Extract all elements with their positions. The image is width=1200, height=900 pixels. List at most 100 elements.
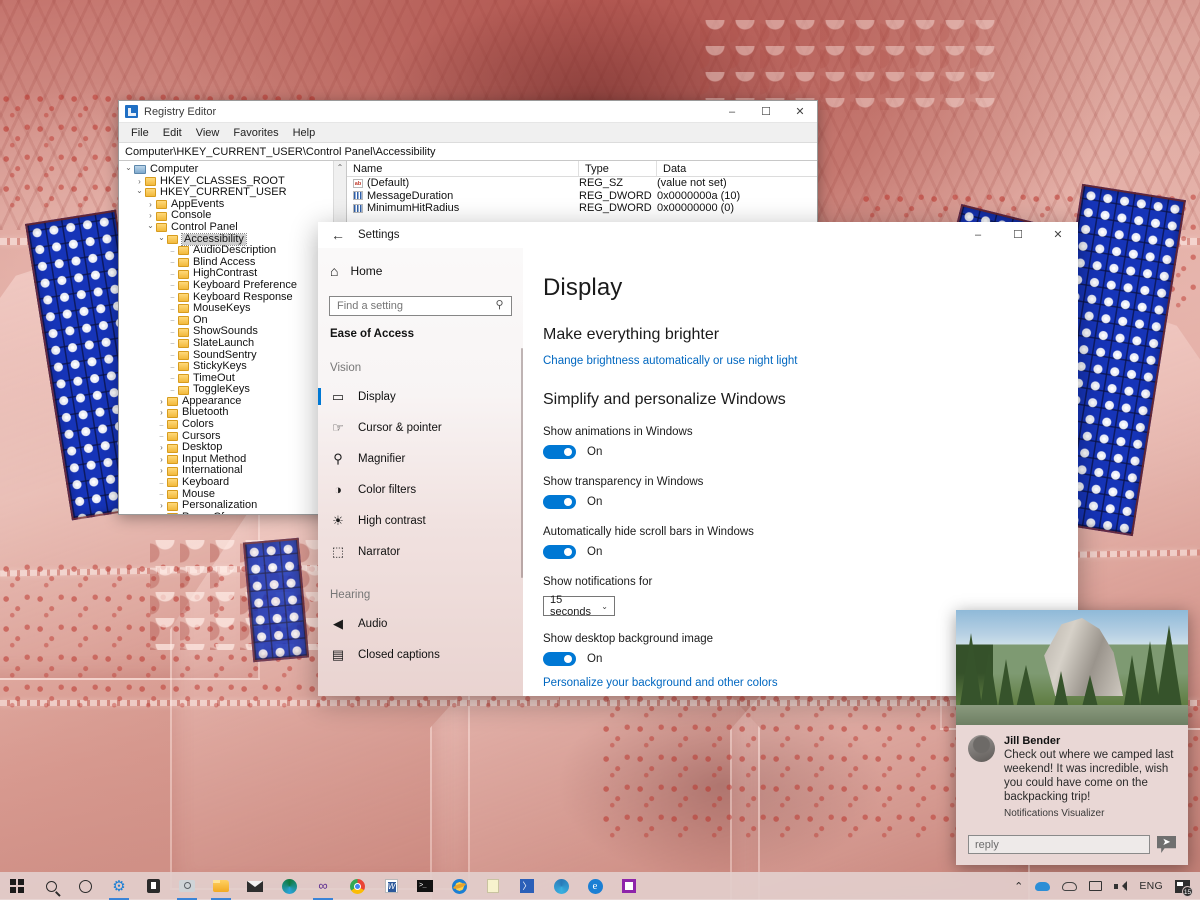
start-button[interactable] [0, 872, 34, 900]
chevron-down-icon[interactable] [134, 187, 145, 199]
edge-dev-button[interactable] [544, 872, 578, 900]
sidebar-item-cursor-pointer[interactable]: ☞Cursor & pointer [318, 412, 523, 443]
onedrive-cloud-icon[interactable] [1029, 872, 1056, 900]
speaker-icon[interactable] [1108, 872, 1133, 900]
chrome-button[interactable] [340, 872, 374, 900]
search-input[interactable] [329, 296, 512, 316]
tree-leaf-marker[interactable] [156, 430, 167, 443]
notification-toast[interactable]: Jill Bender Check out where we camped la… [956, 610, 1188, 865]
close-button[interactable]: ✕ [783, 101, 817, 123]
registry-tree-node[interactable]: Appearance [119, 396, 346, 408]
registry-address-bar[interactable]: Computer\HKEY_CURRENT_USER\Control Panel… [119, 143, 817, 161]
reply-input[interactable] [968, 835, 1150, 854]
registry-tree-node[interactable]: Cursors [119, 431, 346, 443]
settings-link[interactable]: Personalize your background and other co… [543, 677, 778, 689]
sidebar-item-display[interactable]: ▭Display [318, 381, 523, 412]
powershell-button[interactable]: 〉 [510, 872, 544, 900]
chevron-right-icon[interactable] [156, 396, 167, 408]
mail-button[interactable] [238, 872, 272, 900]
minimize-button[interactable]: – [958, 222, 998, 248]
registry-tree-node[interactable]: Bluetooth [119, 407, 346, 419]
registry-tree-node[interactable]: Keyboard [119, 477, 346, 489]
registry-tree-node[interactable]: StickyKeys [119, 361, 346, 373]
sidebar-item-narrator[interactable]: ⬚Narrator [318, 536, 523, 567]
chevron-right-icon[interactable] [156, 465, 167, 477]
table-row[interactable]: MinimumHitRadiusREG_DWORD0x00000000 (0) [347, 202, 817, 215]
close-button[interactable]: ✕ [1038, 222, 1078, 248]
vs-installer-button[interactable] [612, 872, 646, 900]
registry-tree-node[interactable]: AppEvents [119, 199, 346, 211]
registry-editor-titlebar[interactable]: Registry Editor – ☐ ✕ [119, 101, 817, 123]
chevron-down-icon[interactable] [156, 234, 167, 246]
cloud-outline-icon[interactable] [1056, 872, 1083, 900]
registry-tree-node[interactable]: Colors [119, 419, 346, 431]
chevron-right-icon[interactable] [145, 199, 156, 211]
table-row[interactable]: ab(Default)REG_SZ(value not set) [347, 177, 817, 190]
settings-titlebar[interactable]: ← Settings – ☐ ✕ [318, 222, 1078, 248]
menu-file[interactable]: File [124, 125, 156, 141]
sidebar-item-high-contrast[interactable]: ☀High contrast [318, 505, 523, 536]
visual-studio-button[interactable]: ∞ [306, 872, 340, 900]
edge-beta-button[interactable] [272, 872, 306, 900]
terminal-button[interactable]: >_ [408, 872, 442, 900]
registry-tree-node[interactable]: Personalization [119, 500, 346, 512]
notifications-duration-dropdown[interactable]: 15 seconds⌄ [543, 596, 615, 616]
chevron-down-icon[interactable] [123, 164, 134, 176]
chevron-right-icon[interactable] [156, 442, 167, 454]
menu-view[interactable]: View [189, 125, 227, 141]
file-explorer-button[interactable] [204, 872, 238, 900]
sidebar-item-color-filters[interactable]: ◑Color filters [318, 474, 523, 505]
toggle-switch[interactable] [543, 495, 576, 509]
notification-reply-row[interactable]: ➤ [956, 827, 1188, 865]
registry-tree-node[interactable]: International [119, 465, 346, 477]
settings-sidebar[interactable]: ⌂ Home ⚲ Ease of Access Vision▭Display☞C… [318, 248, 523, 696]
sidebar-item-closed-captions[interactable]: ▤Closed captions [318, 639, 523, 670]
sidebar-item-audio[interactable]: ◀Audio [318, 608, 523, 639]
tree-leaf-marker[interactable] [167, 384, 178, 397]
menu-edit[interactable]: Edit [156, 125, 189, 141]
column-header-name[interactable]: Name [347, 161, 579, 176]
chevron-right-icon[interactable] [156, 500, 167, 512]
taskbar[interactable]: ⚙∞W>_〉e ⌃ ENG 15 [0, 872, 1200, 900]
registry-tree-node[interactable]: SlateLaunch [119, 338, 346, 350]
minimize-button[interactable]: – [715, 101, 749, 123]
scroll-up-icon[interactable]: ⌃ [334, 161, 346, 174]
registry-menu-bar[interactable]: File Edit View Favorites Help [119, 123, 817, 143]
network-monitor-icon[interactable] [1083, 872, 1108, 900]
registry-tree-node[interactable]: HKEY_CURRENT_USER [119, 187, 346, 199]
registry-tree-node[interactable]: Computer [119, 164, 346, 176]
settings-search[interactable]: ⚲ [329, 296, 512, 316]
registry-tree-node[interactable]: Keyboard Preference [119, 280, 346, 292]
registry-tree-node[interactable]: Control Panel [119, 222, 346, 234]
sidebar-scrollbar[interactable] [521, 348, 523, 578]
store-button[interactable] [136, 872, 170, 900]
search-button[interactable] [34, 872, 68, 900]
back-button[interactable]: ← [318, 222, 358, 248]
sidebar-item-magnifier[interactable]: ⚲Magnifier [318, 443, 523, 474]
camera-button[interactable] [170, 872, 204, 900]
ie-button[interactable] [442, 872, 476, 900]
chevron-right-icon[interactable] [156, 454, 167, 466]
menu-help[interactable]: Help [286, 125, 323, 141]
chevron-right-icon[interactable] [156, 512, 167, 514]
menu-favorites[interactable]: Favorites [226, 125, 285, 141]
toggle-switch[interactable] [543, 445, 576, 459]
notepad-button[interactable] [476, 872, 510, 900]
toggle-switch[interactable] [543, 652, 576, 666]
table-row[interactable]: MessageDurationREG_DWORD0x0000000a (10) [347, 190, 817, 203]
sidebar-item-home[interactable]: ⌂ Home [318, 256, 523, 286]
settings-button[interactable]: ⚙ [102, 872, 136, 900]
registry-tree-node[interactable]: PowerCfg [119, 512, 346, 514]
maximize-button[interactable]: ☐ [749, 101, 783, 123]
column-header-data[interactable]: Data [657, 161, 817, 176]
chevron-down-icon[interactable] [145, 222, 156, 234]
toggle-switch[interactable] [543, 545, 576, 559]
registry-key-tree[interactable]: ComputerHKEY_CLASSES_ROOTHKEY_CURRENT_US… [119, 161, 347, 514]
system-tray[interactable]: ⌃ ENG 15 [1008, 872, 1200, 900]
registry-tree-node[interactable]: AudioDescription [119, 245, 346, 257]
edge-legacy-button[interactable]: e [578, 872, 612, 900]
chevron-right-icon[interactable] [156, 407, 167, 419]
cortana-button[interactable] [68, 872, 102, 900]
action-center-button[interactable]: 15 [1169, 872, 1196, 900]
maximize-button[interactable]: ☐ [998, 222, 1038, 248]
